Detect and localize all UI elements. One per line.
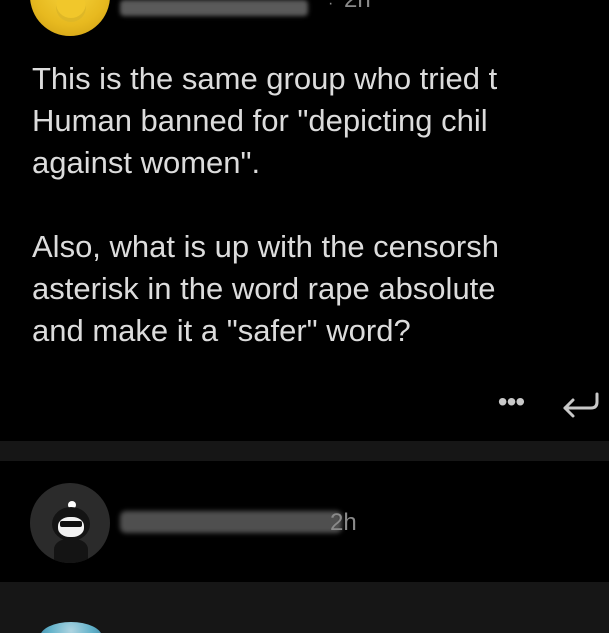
snoo-face xyxy=(58,517,84,537)
user-avatar[interactable] xyxy=(30,483,110,563)
comment-line: This is the same group who tried t xyxy=(32,61,498,96)
comment-line: against women". xyxy=(32,145,261,180)
comment-line: Also, what is up with the censorsh xyxy=(32,229,499,264)
reply-arrow-icon[interactable] xyxy=(559,380,603,424)
comment-time: 2h xyxy=(344,0,371,12)
comment-line: Human banned for "depicting chil xyxy=(32,103,488,138)
comment-header: 2h xyxy=(0,461,609,582)
snoo-body xyxy=(54,539,88,563)
comment-body: This is the same group who tried t Human… xyxy=(32,58,609,352)
comment-paragraph: This is the same group who tried t Human… xyxy=(32,58,609,184)
user-avatar[interactable] xyxy=(30,0,110,36)
comment-time: 2h xyxy=(330,509,357,536)
comment-header: · 2h xyxy=(0,0,609,40)
comment-line: and make it a "safer" word? xyxy=(32,313,411,348)
separator-dot: · xyxy=(328,0,334,12)
comment-paragraph: Also, what is up with the censorsh aster… xyxy=(32,226,609,352)
comments-view: · 2h This is the same group who tried t … xyxy=(0,0,609,633)
comment-actions: ••• xyxy=(409,380,609,424)
username-redacted[interactable] xyxy=(120,0,308,16)
avatar-face xyxy=(56,0,86,22)
comment-divider xyxy=(0,441,609,461)
more-options-icon[interactable]: ••• xyxy=(491,384,531,420)
comment-line: asterisk in the word rape absolute xyxy=(32,271,496,306)
snoo-sunglasses xyxy=(60,521,82,527)
username-redacted[interactable] xyxy=(120,511,342,533)
